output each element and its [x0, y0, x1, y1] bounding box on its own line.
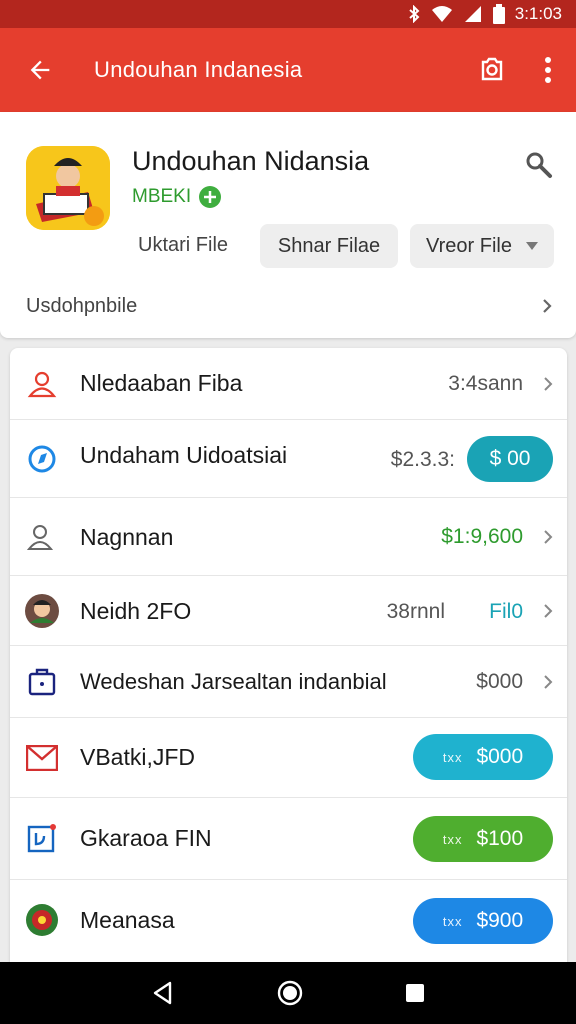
more-info-label: Usdohpnbile — [26, 294, 138, 317]
search-icon — [526, 152, 552, 178]
bluetooth-icon — [407, 5, 421, 23]
camera-settings-button[interactable] — [464, 28, 520, 112]
developer-name[interactable]: MBEKI — [132, 186, 191, 208]
price-label: $100 — [476, 827, 524, 850]
list-item[interactable]: VBatki,JFD txx $000 — [10, 718, 567, 798]
list-item[interactable]: Nagnnan $1:9,600 — [10, 498, 567, 576]
item-value: $000 — [476, 670, 523, 693]
list-item[interactable]: Meanasa txx $900 — [10, 880, 567, 968]
price-label: $900 — [476, 909, 524, 932]
user-outline-icon — [24, 366, 60, 402]
more-menu-button[interactable] — [520, 28, 576, 112]
price-button[interactable]: txx $900 — [413, 898, 553, 944]
app-icon — [26, 146, 110, 230]
avatar-icon — [24, 593, 60, 629]
edit-box-icon — [24, 820, 60, 856]
price-tag: txx — [442, 913, 463, 929]
app-header-card: Undouhan Nidansia MBEKI Uktari File Shna… — [0, 112, 576, 338]
item-value: 38rnnl — [386, 600, 445, 623]
item-label: Undaham Uidoatsiai — [80, 442, 288, 468]
item-label: Wedeshan Jarsealtan indanbial — [80, 669, 387, 694]
chevron-right-icon — [544, 604, 553, 618]
mail-icon — [24, 740, 60, 776]
view-file-dropdown[interactable]: Vreor File — [410, 224, 554, 268]
item-value: 3:4sann — [448, 372, 523, 395]
compass-icon — [24, 441, 60, 477]
item-value: $2.3.3: — [390, 448, 455, 471]
arrow-left-icon — [30, 60, 50, 80]
item-value: $1:9,600 — [441, 525, 523, 548]
system-nav-bar — [0, 962, 576, 1024]
price-button[interactable]: txx $100 — [413, 816, 553, 862]
app-title: Undouhan Nidansia — [132, 146, 370, 176]
status-time: 3:1:03 — [514, 4, 562, 23]
list-item[interactable]: Undaham Uidoatsiai $2.3.3: $ 00 — [10, 420, 567, 498]
file-link[interactable]: Fil0 — [489, 600, 523, 624]
price-label: $ 00 — [489, 447, 531, 470]
status-bar: 3:1:03 — [0, 0, 576, 28]
list-item[interactable]: Wedeshan Jarsealtan indanbial $000 — [10, 646, 567, 718]
item-label: Neidh 2FO — [80, 598, 192, 624]
back-button[interactable] — [0, 28, 80, 112]
price-tag: txx — [442, 749, 463, 765]
developer-row: MBEKI — [132, 186, 222, 208]
more-info-row[interactable]: Usdohpnbile — [0, 280, 576, 332]
bag-icon — [24, 664, 60, 700]
page-title: Undouhan Indanesia — [94, 57, 303, 82]
item-label: Nagnnan — [80, 524, 174, 550]
wifi-icon — [431, 5, 453, 23]
app-bar: Undouhan Indanesia — [0, 28, 576, 112]
list-item[interactable]: Gkaraoa FIN txx $100 — [10, 798, 567, 880]
list-item[interactable]: Nledaaban Fiba 3:4sann — [10, 348, 567, 420]
dropdown-arrow-icon — [525, 242, 538, 250]
chevron-right-icon — [543, 299, 552, 313]
nav-recents-icon[interactable] — [404, 982, 426, 1004]
signal-icon — [463, 5, 483, 23]
camera-settings-icon — [481, 57, 503, 81]
price-label: $000 — [476, 745, 524, 768]
price-button[interactable]: $ 00 — [467, 436, 553, 482]
price-button[interactable]: txx $000 — [413, 734, 553, 780]
more-vert-icon — [545, 57, 551, 83]
item-list: Nledaaban Fiba 3:4sann Undaham Uidoatsia… — [10, 348, 567, 968]
item-label: Gkaraoa FIN — [80, 825, 212, 851]
item-label: VBatki,JFD — [80, 744, 196, 770]
price-tag: txx — [442, 831, 463, 847]
text-file-link[interactable]: Uktari File — [138, 234, 228, 257]
share-file-chip[interactable]: Shnar Filae — [260, 224, 398, 268]
view-file-label: Vreor File — [426, 234, 512, 257]
emblem-icon — [24, 902, 60, 938]
person-icon — [24, 519, 60, 555]
chevron-right-icon — [544, 675, 553, 689]
nav-home-icon[interactable] — [276, 979, 304, 1007]
nav-back-icon[interactable] — [150, 980, 176, 1006]
item-label: Nledaaban Fiba — [80, 370, 243, 396]
list-item[interactable]: Neidh 2FO 38rnnl Fil0 — [10, 576, 567, 646]
item-label: Meanasa — [80, 907, 175, 933]
chevron-right-icon — [544, 377, 553, 391]
chevron-right-icon — [544, 530, 553, 544]
search-button[interactable] — [524, 150, 554, 185]
verified-icon — [199, 186, 222, 208]
battery-icon — [492, 4, 505, 24]
share-file-label: Shnar Filae — [277, 234, 381, 257]
